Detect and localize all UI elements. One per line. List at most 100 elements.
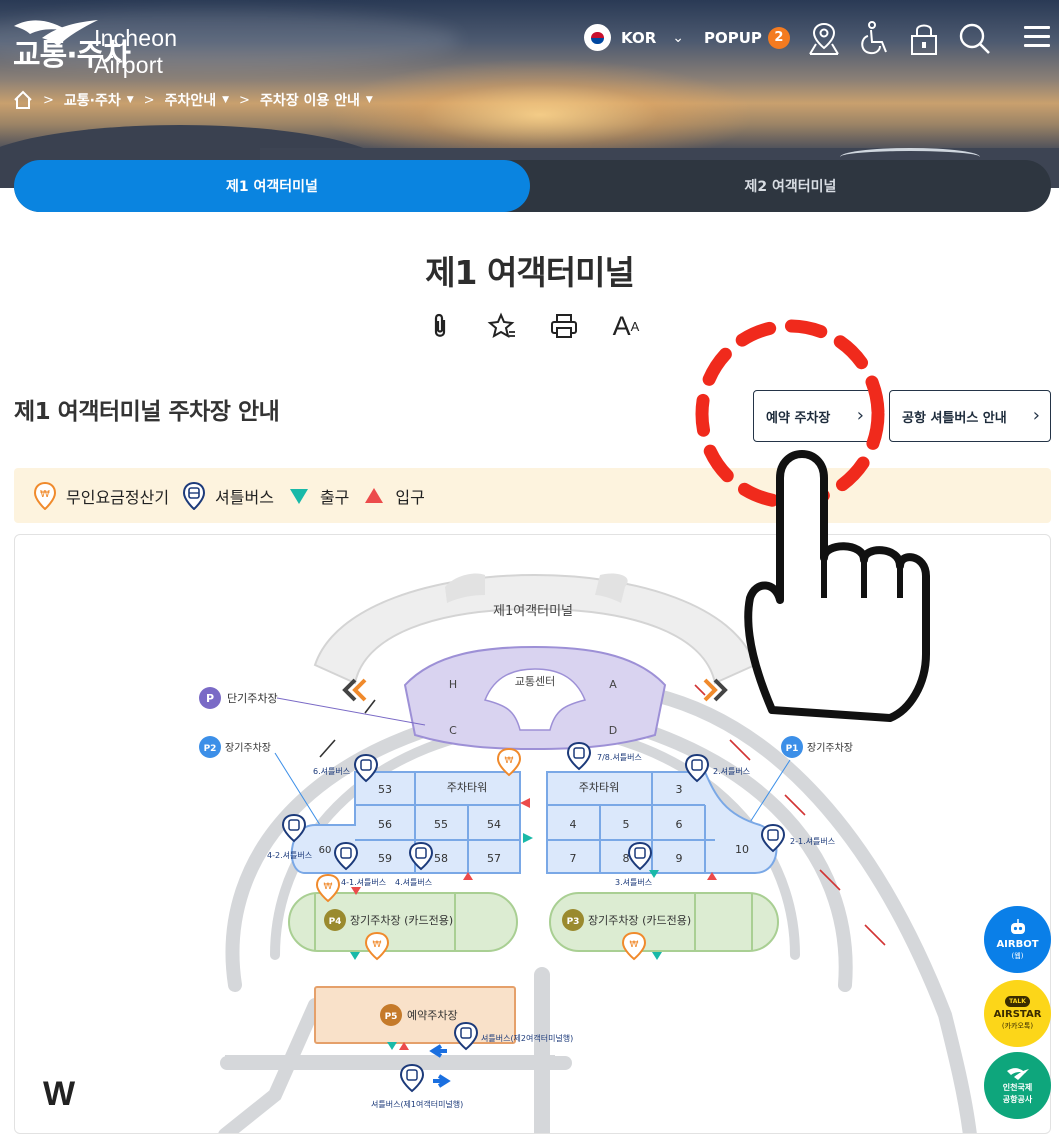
font-size-large-glyph: A (612, 310, 631, 341)
lot-cell-60: 60 (319, 845, 332, 856)
terminal-tabs: 제1 여객터미널 제2 여객터미널 (14, 160, 1051, 212)
p5-badge-text: P5 (385, 1012, 398, 1022)
corp-label-line1: 인천국제 (1002, 1082, 1033, 1092)
gate-a-label: A (609, 678, 617, 691)
airbot-button[interactable]: AIRBOT (웹) (984, 906, 1051, 973)
svg-text:₩: ₩ (630, 940, 639, 950)
page-title: 제1 여객터미널 (425, 253, 635, 292)
top-icon-bar (806, 20, 1006, 58)
favorite-tool[interactable] (487, 310, 517, 342)
language-selector[interactable]: KOR (621, 29, 656, 47)
breadcrumb-item-transport[interactable]: 교통·주차 (64, 90, 121, 110)
payment-kiosk-pin-icon: ₩ (621, 931, 647, 961)
dropdown-triangle-icon[interactable]: ▼ (366, 95, 373, 105)
gate-c-label: C (449, 724, 457, 737)
shuttle-label-6: 6.셔틀버스 (313, 766, 350, 776)
lot-cell-10: 10 (735, 843, 749, 856)
pointing-hand-icon (744, 450, 930, 722)
legend-label: 출구 (319, 487, 350, 507)
attach-link-tool[interactable] (425, 310, 455, 342)
lock-icon[interactable] (906, 20, 942, 58)
airbot-sub-label: (웹) (1011, 951, 1024, 960)
svg-text:₩: ₩ (324, 882, 333, 892)
print-tool[interactable] (549, 310, 579, 342)
lot-cell-6: 6 (676, 818, 683, 831)
page-tools: AA (425, 310, 673, 342)
chevron-right-icon: › (1032, 405, 1040, 426)
chevron-down-icon[interactable]: ⌄ (672, 30, 684, 46)
shuttle-pin-icon (566, 741, 592, 771)
shuttle-label-t1: 셔틀버스(제1여객터미널행) (371, 1099, 463, 1109)
svg-text:₩: ₩ (505, 756, 514, 766)
legend-label: 셔틀버스 (215, 487, 274, 507)
shuttle-label-t2: 셔틀버스(제2여객터미널행) (481, 1033, 573, 1043)
legend-payment-kiosk: ₩ 무인요금정산기 (34, 481, 170, 510)
section-subtitle: 제1 여객터미널 주차장 안내 (14, 399, 280, 425)
svg-text:₩: ₩ (373, 940, 382, 950)
gate-d-label: D (609, 724, 617, 737)
star-icon (487, 312, 515, 339)
shuttle-bus-guide-label: 공항 셔틀버스 안내 (902, 410, 1007, 426)
p5-label: 예약주차장 (407, 1008, 458, 1022)
lot-cell-56: 56 (378, 818, 392, 831)
home-icon[interactable] (13, 90, 33, 110)
tab-terminal-2[interactable]: 제2 여객터미널 (530, 160, 1051, 212)
p3-badge-text: P3 (567, 917, 580, 927)
shuttle-label-2: 2.셔틀버스 (713, 766, 750, 776)
paperclip-icon (434, 313, 446, 337)
lot-cell-4: 4 (570, 818, 577, 831)
shuttle-bus-guide-button[interactable]: 공항 셔틀버스 안내 › (889, 390, 1051, 442)
p4-badge-text: P4 (329, 917, 342, 927)
p2-label: 장기주차장 (225, 742, 271, 754)
p4-label: 장기주차장 (카드전용) (350, 914, 453, 927)
legend-shuttle-bus: 셔틀버스 (183, 481, 274, 510)
airstar-button[interactable]: TALK AIRSTAR (카카오톡) (984, 980, 1051, 1047)
tab-terminal-1[interactable]: 제1 여객터미널 (14, 160, 530, 212)
breadcrumb-separator: > (143, 92, 155, 108)
breadcrumb-item-parking[interactable]: 주차안내 (165, 90, 217, 110)
lot-cell-55: 55 (434, 818, 448, 831)
exit-triangle-icon (289, 488, 308, 504)
legend-exit: 출구 (288, 484, 349, 508)
lot-cell-7: 7 (570, 852, 577, 865)
shuttle-label-21: 2-1.셔틀버스 (790, 836, 835, 846)
dropdown-triangle-icon[interactable]: ▼ (222, 95, 229, 105)
entrance-triangle-icon (365, 487, 384, 503)
shuttle-label-41: 4-1.셔틀버스 (341, 877, 386, 887)
incheon-airport-corp-button[interactable]: 인천국제 공항공사 (984, 1052, 1051, 1119)
dropdown-triangle-icon[interactable]: ▼ (127, 95, 134, 105)
tower-left-label: 주차타워 (447, 781, 487, 794)
shuttle-pin-icon (453, 1021, 479, 1051)
legend-label: 입구 (395, 487, 425, 507)
p3-label: 장기주차장 (카드전용) (588, 914, 691, 927)
accessibility-icon[interactable] (856, 20, 892, 58)
corp-label-line2: 공항공사 (1002, 1094, 1033, 1104)
search-icon[interactable] (956, 20, 992, 58)
korea-flag-icon (584, 24, 611, 51)
lot-cell-5: 5 (623, 818, 630, 831)
shuttle-label-42: 4-2.셔틀버스 (267, 850, 312, 860)
p1-badge-text: P1 (786, 744, 799, 754)
shuttle-label-4: 4.셔틀버스 (395, 877, 432, 887)
breadcrumb-separator: > (239, 92, 250, 108)
tower-right-label: 주차타워 (579, 781, 619, 794)
legend-label: 무인요금정산기 (66, 487, 170, 507)
lot-cell-59: 59 (378, 852, 392, 865)
payment-kiosk-pin-icon: ₩ (34, 481, 56, 510)
p1-label: 장기주차장 (807, 742, 853, 754)
lot-cell-57: 57 (487, 852, 501, 865)
popup-button[interactable]: POPUP (704, 29, 762, 47)
lot-cell-54: 54 (487, 818, 501, 831)
svg-text:₩: ₩ (40, 489, 50, 500)
hamburger-menu-icon[interactable] (1024, 26, 1050, 52)
section-title: 교통·주차 (13, 38, 131, 73)
lot-cell-9: 9 (676, 852, 683, 865)
kakao-talk-icon: TALK (1005, 996, 1030, 1007)
font-size-tool[interactable]: AA (611, 310, 641, 342)
breadcrumb-separator: > (43, 92, 54, 108)
p2-badge-text: P2 (204, 744, 217, 754)
short-term-label: 단기주차장 (227, 692, 278, 705)
shuttle-pin-icon (399, 1063, 425, 1093)
map-pin-icon[interactable] (806, 20, 842, 58)
breadcrumb-item-parking-guide[interactable]: 주차장 이용 안내 (260, 90, 360, 110)
